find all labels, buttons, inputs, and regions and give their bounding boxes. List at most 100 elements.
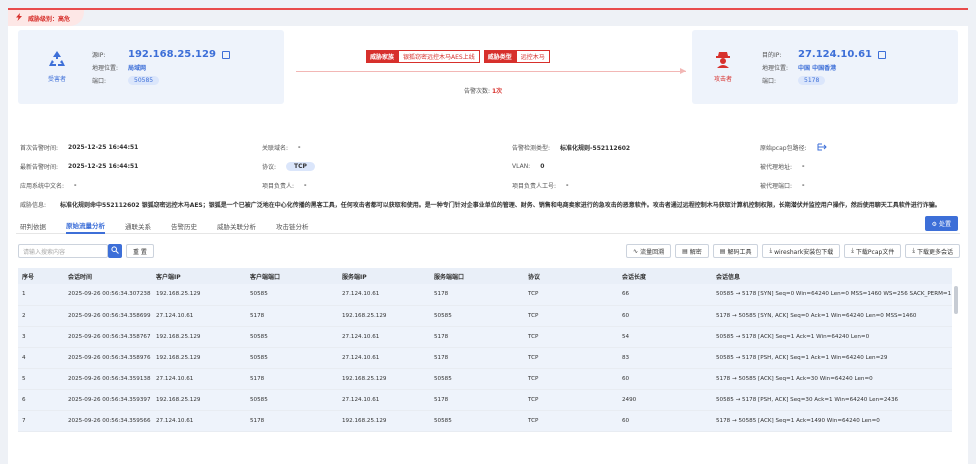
table-row[interactable]: 5 2025-09-26 00:56:34.359138 27.124.10.6… <box>18 368 952 390</box>
victim-role: 受害者 <box>40 50 74 83</box>
domain-value: - <box>298 144 301 151</box>
search-icon <box>111 246 119 256</box>
cell-server-ip: 27.124.10.61 <box>338 284 430 306</box>
search-input[interactable]: 请输入搜索内容 <box>18 244 108 258</box>
tab-bar: 研判依据 原始流量分析 通联关系 告警历史 威胁关联分析 攻击链分析 ⚙ 处置 <box>16 216 960 234</box>
col-session-info[interactable]: 会话信息 <box>712 268 952 284</box>
col-server-ip[interactable]: 服务端IP <box>338 268 430 284</box>
col-session-time[interactable]: 会话时间 <box>64 268 152 284</box>
attacker-loc: 中国 中国香港 <box>798 65 837 72</box>
table-row[interactable]: 7 2025-09-26 00:56:34.359566 27.124.10.6… <box>18 410 952 432</box>
table-row[interactable]: 2 2025-09-26 00:56:34.358699 27.124.10.6… <box>18 305 952 327</box>
more-sessions-download-button[interactable]: ⤓ 下载更多会话 <box>905 244 960 258</box>
download-icon: ⤓ <box>769 247 773 254</box>
family-tag: 威胁家族 银狐窃密远控木马AES上线 <box>366 50 480 63</box>
attack-path: 受害者 源IP: 192.168.25.129 地理位置: 局域网 端口: 50585… <box>18 30 958 104</box>
cell-server-ip: 27.124.10.61 <box>338 389 430 411</box>
cell-server-port: 5178 <box>430 347 524 369</box>
threat-level-text: 威胁级别：高危 <box>28 15 71 23</box>
cell-protocol: TCP <box>524 326 618 348</box>
decode-tool-button[interactable]: ▤ 解码工具 <box>712 244 759 258</box>
victim-loc: 局域网 <box>128 65 147 72</box>
cell-server-port: 5178 <box>430 389 524 411</box>
cell-info: 50585 → 5178 [PSH, ACK] Seq=30 Ack=1 Win… <box>712 389 952 411</box>
proxy-addr-value: - <box>802 163 805 170</box>
cell-length: 83 <box>618 347 712 369</box>
attacker-ip: 27.124.10.61 <box>798 49 873 60</box>
tab-traffic-analysis[interactable]: 原始流量分析 <box>66 218 105 234</box>
arrow-right-icon <box>680 68 686 74</box>
cell-info: 5178 → 50585 [ACK] Seq=1 Ack=30 Win=6424… <box>712 368 952 390</box>
download-icon: ⤓ <box>851 247 854 254</box>
pcap-download-button[interactable]: ⤓ 下载Pcap文件 <box>844 244 902 258</box>
col-protocol[interactable]: 协议 <box>524 268 618 284</box>
cell-client-port: 5178 <box>246 305 338 327</box>
dispose-button[interactable]: ⚙ 处置 <box>924 216 958 231</box>
victim-role-label: 受害者 <box>47 76 66 83</box>
cell-client-ip: 192.168.25.129 <box>152 389 246 411</box>
tab-threat-association[interactable]: 威胁关联分析 <box>217 218 256 234</box>
col-server-port[interactable]: 服务端端口 <box>430 268 524 284</box>
wireshark-download-button[interactable]: ⤓ wireshark安装包下载 <box>762 244 841 258</box>
attacker-info: 目的IP: 27.124.10.61 地理位置: 中国 中国香港 端口: 5178 <box>762 48 887 87</box>
attack-link: 威胁家族 银狐窃密远控木马AES上线 威胁类型 远控木马 告警次数: 1次 <box>296 30 686 104</box>
attacker-port-label: 端口: <box>762 78 777 85</box>
cell-server-ip: 192.168.25.129 <box>338 410 430 432</box>
cell-client-port: 50585 <box>246 284 338 306</box>
pcap-path-label: 原始pcap包路径: <box>760 145 807 152</box>
cell-protocol: TCP <box>524 389 618 411</box>
cell-server-port: 50585 <box>430 305 524 327</box>
col-client-ip[interactable]: 客户端IP <box>152 268 246 284</box>
cell-index: 3 <box>18 326 64 348</box>
cell-protocol: TCP <box>524 410 618 432</box>
tab-basis[interactable]: 研判依据 <box>20 218 46 234</box>
traffic-toolbar: 请输入搜索内容 重 置 ∿ 流量回溯 ▤ 解密 ▤ 解码工具 ⤓ wireshark安装… <box>18 244 960 260</box>
table-row[interactable]: 4 2025-09-26 00:56:34.358976 192.168.25.… <box>18 347 952 369</box>
reset-button[interactable]: 重 置 <box>126 244 154 258</box>
cell-server-port: 50585 <box>430 368 524 390</box>
traffic-replay-button[interactable]: ∿ 流量回溯 <box>626 244 672 258</box>
proxy-addr-label: 被代理地址: <box>760 164 793 171</box>
type-tag: 威胁类型 远控木马 <box>483 50 550 63</box>
main-panel: 受害者 源IP: 192.168.25.129 地理位置: 局域网 端口: 50585… <box>8 26 968 464</box>
cell-client-ip: 192.168.25.129 <box>152 326 246 348</box>
col-session-length[interactable]: 会话长度 <box>618 268 712 284</box>
cell-protocol: TCP <box>524 305 618 327</box>
domain-label: 关联域名: <box>262 145 289 152</box>
table-row[interactable]: 6 2025-09-26 00:56:34.359397 192.168.25.… <box>18 389 952 411</box>
proxy-port-label: 被代理端口: <box>760 183 793 190</box>
search-button[interactable] <box>108 244 122 258</box>
app-system-label: 应用系统中文名: <box>20 183 65 190</box>
cell-protocol: TCP <box>524 347 618 369</box>
tab-history[interactable]: 告警历史 <box>171 218 197 234</box>
copy-icon[interactable] <box>878 50 887 59</box>
table-row[interactable]: 1 2025-09-26 00:56:34.307238 192.168.25.… <box>18 284 952 306</box>
threat-info: 威胁信息: 标准化规则命中552112602 银狐窃密远控木马AES；银狐是一个… <box>20 195 960 214</box>
last-time-label: 最新告警时间: <box>20 164 59 171</box>
cell-info: 50585 → 5178 [ACK] Seq=1 Ack=1 Win=64240… <box>712 326 952 348</box>
top-accent-line <box>8 8 968 10</box>
cell-client-port: 50585 <box>246 347 338 369</box>
detect-type-value: 标准化规则-552112602 <box>560 145 631 152</box>
tab-attack-chain[interactable]: 攻击链分析 <box>276 218 309 234</box>
path-icon[interactable] <box>817 143 827 153</box>
victim-info: 源IP: 192.168.25.129 地理位置: 局域网 端口: 50585 <box>92 48 230 87</box>
cell-client-port: 5178 <box>246 410 338 432</box>
document-icon: ▤ <box>682 247 688 255</box>
owner-label: 项目负责人: <box>262 183 295 190</box>
table-scrollbar[interactable] <box>954 286 958 314</box>
cell-server-ip: 27.124.10.61 <box>338 326 430 348</box>
cell-length: 2490 <box>618 389 712 411</box>
proxy-port-value: - <box>802 182 805 189</box>
col-index[interactable]: 序号 <box>18 268 64 284</box>
table-row[interactable]: 3 2025-09-26 00:56:34.358767 192.168.25.… <box>18 326 952 348</box>
tab-relations[interactable]: 通联关系 <box>125 218 151 234</box>
cell-client-ip: 27.124.10.61 <box>152 368 246 390</box>
attacker-role-label: 攻击者 <box>713 76 732 83</box>
victim-port: 50585 <box>128 76 160 85</box>
cell-client-port: 50585 <box>246 326 338 348</box>
app-system-value: - <box>74 182 77 189</box>
decrypt-button[interactable]: ▤ 解密 <box>675 244 709 258</box>
copy-icon[interactable] <box>221 50 230 59</box>
col-client-port[interactable]: 客户端端口 <box>246 268 338 284</box>
